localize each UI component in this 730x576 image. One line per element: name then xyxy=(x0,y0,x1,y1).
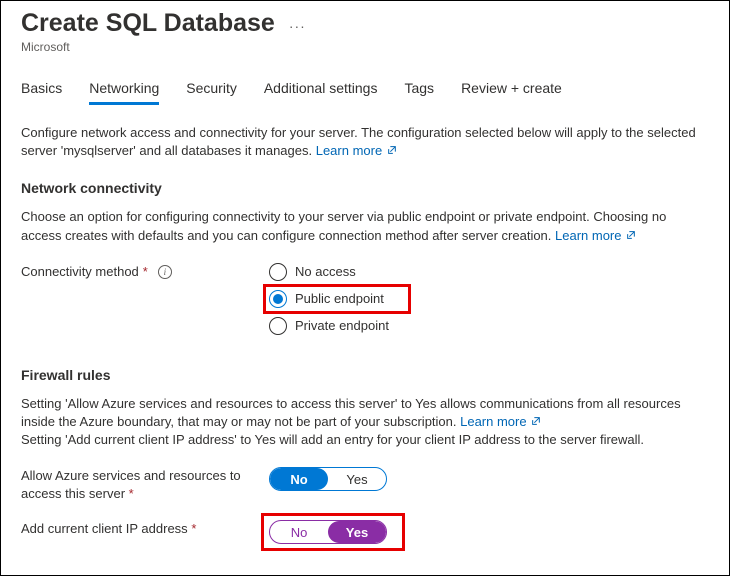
radio-icon xyxy=(269,290,287,308)
network-connectivity-heading: Network connectivity xyxy=(21,180,709,196)
required-asterisk: * xyxy=(191,521,196,536)
tab-networking[interactable]: Networking xyxy=(89,80,159,105)
connectivity-method-label: Connectivity method xyxy=(21,264,139,279)
fw-desc-b: Setting 'Add current client IP address' … xyxy=(21,432,644,447)
add-client-ip-toggle[interactable]: No Yes xyxy=(269,520,387,544)
allow-azure-toggle[interactable]: No Yes xyxy=(269,467,387,491)
intro-learn-more-link[interactable]: Learn more xyxy=(316,143,397,158)
fw-desc-a: Setting 'Allow Azure services and resour… xyxy=(21,396,681,429)
tab-tags[interactable]: Tags xyxy=(404,80,434,105)
network-connectivity-desc: Choose an option for configuring connect… xyxy=(21,208,709,244)
radio-no-access[interactable]: No access xyxy=(269,263,709,281)
tab-review-create[interactable]: Review + create xyxy=(461,80,562,105)
tab-additional-settings[interactable]: Additional settings xyxy=(264,80,378,105)
tab-basics[interactable]: Basics xyxy=(21,80,62,105)
radio-icon xyxy=(269,263,287,281)
radio-public-endpoint-label: Public endpoint xyxy=(295,291,384,306)
tabs-bar: Basics Networking Security Additional se… xyxy=(21,80,709,106)
nc-learn-more-text: Learn more xyxy=(555,228,621,243)
required-asterisk: * xyxy=(143,264,148,279)
info-icon[interactable]: i xyxy=(158,265,172,279)
connectivity-method-field: Connectivity method * i No access Public… xyxy=(21,263,709,335)
add-client-ip-yes[interactable]: Yes xyxy=(328,521,386,543)
nc-learn-more-link[interactable]: Learn more xyxy=(555,228,636,243)
add-client-ip-label: Add current client IP address xyxy=(21,521,188,536)
connectivity-radio-group: No access Public endpoint Private endpoi… xyxy=(269,263,709,335)
intro-learn-more-text: Learn more xyxy=(316,143,382,158)
intro-text: Configure network access and connectivit… xyxy=(21,124,709,160)
fw-learn-more-text: Learn more xyxy=(460,414,526,429)
allow-azure-no[interactable]: No xyxy=(270,468,328,490)
firewall-rules-desc: Setting 'Allow Azure services and resour… xyxy=(21,395,709,450)
publisher-label: Microsoft xyxy=(21,40,709,54)
external-link-icon xyxy=(387,145,397,155)
radio-icon xyxy=(269,317,287,335)
tab-security[interactable]: Security xyxy=(186,80,237,105)
radio-private-endpoint-label: Private endpoint xyxy=(295,318,389,333)
required-asterisk: * xyxy=(129,486,134,501)
radio-no-access-label: No access xyxy=(295,264,356,279)
radio-private-endpoint[interactable]: Private endpoint xyxy=(269,317,709,335)
firewall-rules-heading: Firewall rules xyxy=(21,367,709,383)
allow-azure-yes[interactable]: Yes xyxy=(328,468,386,490)
more-actions-icon[interactable]: ··· xyxy=(289,18,306,34)
external-link-icon xyxy=(626,230,636,240)
radio-public-endpoint[interactable]: Public endpoint xyxy=(269,290,709,308)
add-client-ip-no[interactable]: No xyxy=(270,521,328,543)
fw-learn-more-link[interactable]: Learn more xyxy=(460,414,541,429)
external-link-icon xyxy=(531,416,541,426)
page-title: Create SQL Database xyxy=(21,9,275,38)
